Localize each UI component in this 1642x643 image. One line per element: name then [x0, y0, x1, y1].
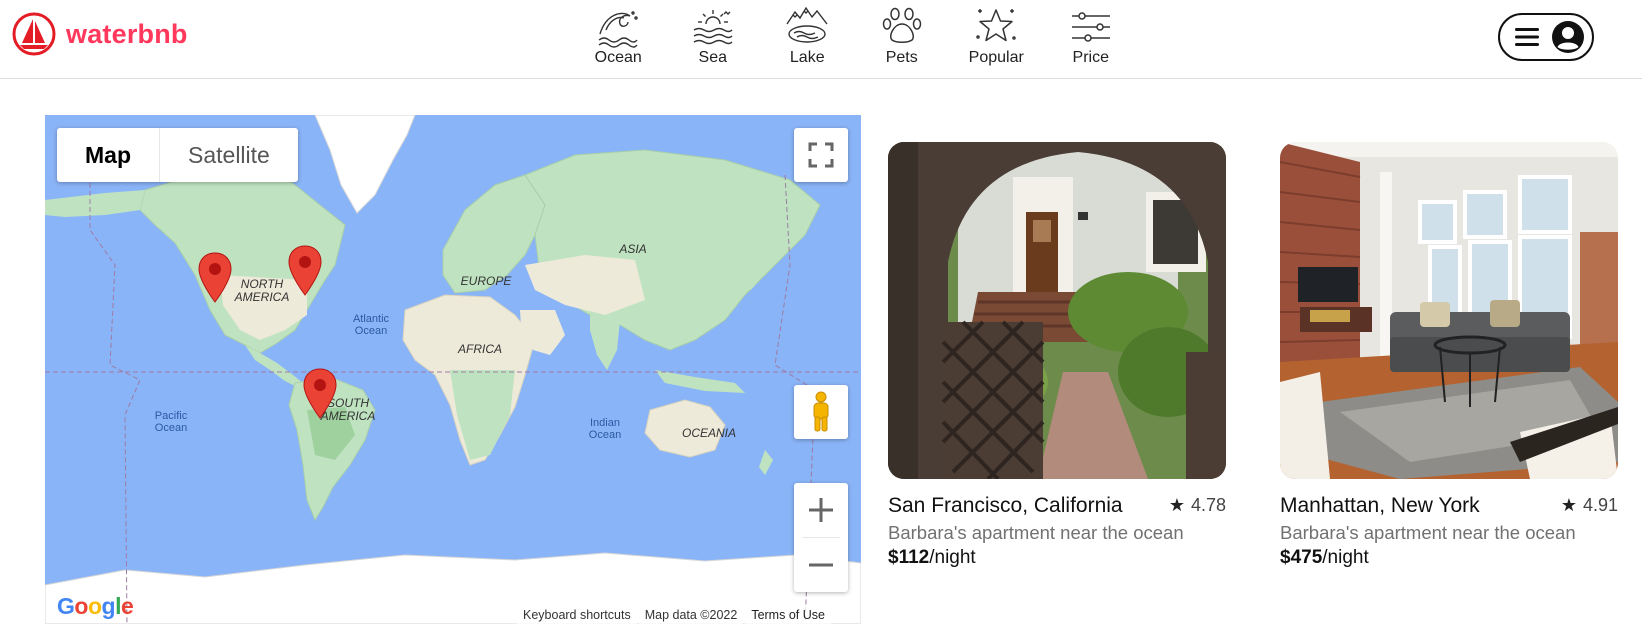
listing-location: Manhattan, New York [1280, 494, 1480, 517]
user-avatar-icon [1552, 21, 1584, 53]
listing-description: Barbara's apartment near the ocean [888, 522, 1184, 543]
map-data-text: Map data ©2022 [638, 606, 744, 624]
plus-icon [809, 498, 833, 522]
label-pacific-ocean: Pacific [155, 410, 188, 422]
label-north-america: NORTH [241, 277, 284, 291]
garden-house-photo [888, 142, 1226, 479]
listing-price: $475/night [1280, 547, 1618, 569]
star-icon [976, 9, 1016, 42]
zoom-out-button[interactable] [794, 538, 848, 592]
pegman-icon [813, 391, 829, 432]
price-value: $112 [888, 547, 930, 568]
top-nav: waterbnb Ocean Sea Lake Pets Popular Pri… [0, 0, 1642, 79]
map-type-control: Map Satellite [57, 128, 298, 182]
label-north-america: AMERICA [234, 290, 290, 304]
label-europe: EUROPE [461, 274, 513, 288]
label-pacific-ocean: Ocean [155, 422, 187, 434]
map-canvas[interactable]: NORTH AMERICA SOUTH AMERICA EUROPE ASIA … [45, 115, 861, 624]
brand-name: waterbnb [66, 18, 188, 49]
category-label: Price [1072, 49, 1109, 66]
listing-card[interactable]: Manhattan, New York ★ 4.91 Barbara's apar… [1280, 142, 1618, 569]
ocean-wave-icon [598, 11, 638, 48]
sailboat-logo-icon [12, 12, 56, 56]
label-indian-ocean: Ocean [589, 429, 621, 441]
sun-waves-icon [693, 10, 733, 45]
label-atlantic-ocean: Atlantic [353, 313, 390, 325]
category-pets[interactable]: Pets [855, 4, 950, 67]
listing-price: $112/night [888, 547, 1226, 569]
mountain-lake-icon [786, 6, 828, 43]
label-asia: ASIA [618, 242, 646, 256]
star-icon: ★ [1168, 495, 1185, 515]
category-label: Lake [789, 49, 825, 66]
paw-icon [882, 7, 921, 43]
star-icon: ★ [1560, 495, 1577, 515]
map-type-satellite-button[interactable]: Satellite [160, 128, 298, 182]
fullscreen-button[interactable] [794, 128, 848, 182]
fullscreen-icon [808, 142, 834, 168]
price-value: $475 [1280, 547, 1323, 568]
category-lake[interactable]: Lake [760, 4, 855, 67]
category-label: Pets [885, 49, 918, 66]
google-logo[interactable]: Google [57, 593, 134, 620]
category-ocean[interactable]: Ocean [571, 4, 666, 67]
sliders-icon [1071, 12, 1110, 42]
listing-description: Barbara's apartment near the ocean [1280, 522, 1576, 543]
zoom-in-button[interactable] [794, 483, 848, 537]
category-sea[interactable]: Sea [666, 4, 761, 67]
world-map[interactable]: NORTH AMERICA SOUTH AMERICA EUROPE ASIA … [45, 115, 861, 624]
user-menu-button[interactable] [1498, 13, 1594, 61]
listing-rating: ★ 4.91 [1561, 495, 1618, 516]
category-label: Popular [968, 49, 1024, 66]
street-view-pegman-button[interactable] [794, 385, 848, 439]
category-popular[interactable]: Popular [949, 4, 1044, 67]
label-africa: AFRICA [457, 342, 502, 356]
price-unit: /night [929, 547, 976, 568]
minus-icon [809, 563, 833, 567]
living-room-photo [1280, 142, 1618, 479]
brand-logo[interactable]: waterbnb [12, 12, 188, 56]
map-type-map-button[interactable]: Map [57, 128, 160, 182]
listing-card[interactable]: San Francisco, California ★ 4.78 Barbara'… [888, 142, 1226, 569]
map-pin-san-francisco[interactable] [198, 252, 232, 304]
rating-value: 4.91 [1582, 495, 1618, 515]
category-label: Ocean [594, 49, 642, 66]
label-oceania: OCEANIA [682, 426, 736, 440]
map-pin-manhattan[interactable] [288, 245, 322, 297]
hamburger-menu-icon [1515, 28, 1539, 46]
category-bar: Ocean Sea Lake Pets Popular Price [571, 4, 1138, 67]
map-pin-south-america[interactable] [303, 368, 337, 420]
price-unit: /night [1322, 547, 1369, 568]
zoom-control [794, 483, 848, 592]
keyboard-shortcuts-link[interactable]: Keyboard shortcuts [517, 606, 637, 624]
label-atlantic-ocean: Ocean [355, 325, 387, 337]
rating-value: 4.78 [1190, 495, 1226, 515]
label-indian-ocean: Indian [590, 417, 620, 429]
listing-title-row: Manhattan, New York ★ 4.91 [1280, 494, 1618, 520]
map-attribution: Keyboard shortcuts Map data ©2022 Terms … [515, 606, 831, 624]
listing-title-row: San Francisco, California ★ 4.78 [888, 494, 1226, 520]
category-label: Sea [698, 49, 727, 66]
listing-rating: ★ 4.78 [1169, 495, 1226, 516]
terms-of-use-link[interactable]: Terms of Use [745, 606, 831, 624]
listing-location: San Francisco, California [888, 494, 1123, 517]
category-price[interactable]: Price [1044, 4, 1139, 67]
listing-photo-garden-house[interactable] [888, 142, 1226, 479]
listing-photo-living-room[interactable] [1280, 142, 1618, 479]
